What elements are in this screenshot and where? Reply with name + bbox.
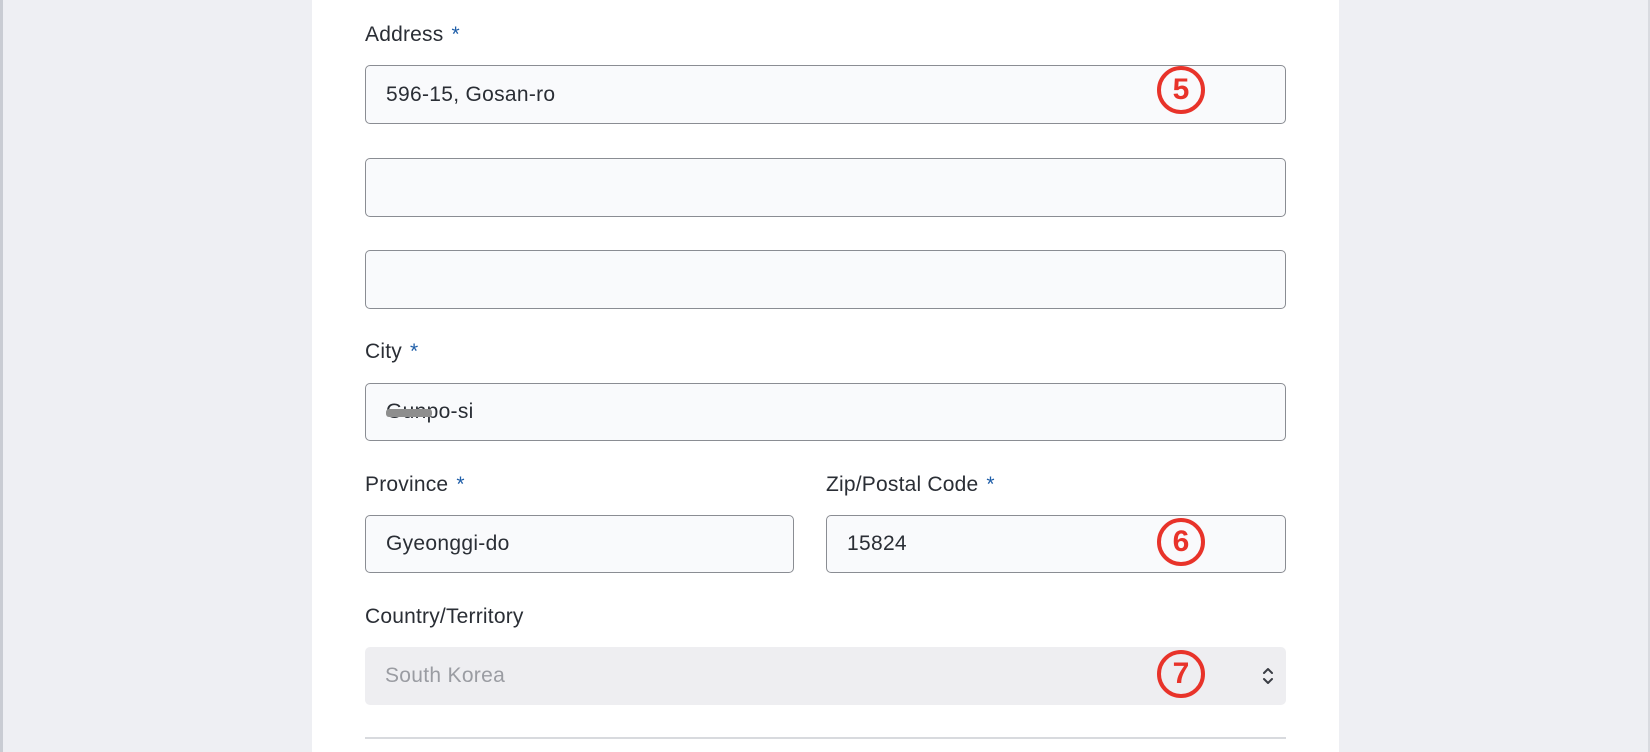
annotation-marker-5: 5 (1157, 66, 1205, 114)
country-label: Country/Territory (365, 605, 524, 629)
annotation-marker-6: 6 (1157, 518, 1205, 566)
chevron-up-down-icon (1263, 668, 1273, 684)
required-asterisk: * (456, 473, 465, 496)
annotation-marker-5-number: 5 (1172, 73, 1190, 106)
address-line1-value: 596-15, Gosan-ro (386, 82, 556, 106)
required-asterisk: * (986, 473, 995, 496)
annotation-marker-6-number: 6 (1172, 525, 1190, 558)
country-selected-value: South Korea (385, 664, 506, 687)
city-label: City * (365, 340, 418, 364)
redaction-scribble (386, 409, 432, 417)
country-select[interactable]: South Korea (365, 647, 1286, 705)
province-value: Gyeonggi-do (386, 532, 510, 555)
city-input[interactable]: Gunpo-si (365, 383, 1286, 441)
province-input[interactable]: Gyeonggi-do (365, 515, 794, 573)
page: Address * 596-15, Gosan-ro 5 City * Gunpo-… (0, 0, 1650, 752)
annotation-marker-7: 7 (1157, 650, 1205, 698)
province-label: Province * (365, 473, 465, 497)
required-asterisk: * (409, 340, 419, 363)
zip-label-text: Zip/Postal Code (826, 473, 979, 496)
zip-label: Zip/Postal Code * (826, 473, 995, 497)
country-label-text: Country/Territory (365, 605, 524, 628)
annotation-marker-7-number: 7 (1172, 657, 1190, 690)
address-label-text: Address (365, 23, 444, 46)
zip-input[interactable]: 15824 (826, 515, 1286, 573)
address-line2-input[interactable] (365, 158, 1286, 217)
address-line3-input[interactable] (365, 250, 1286, 309)
province-label-text: Province (365, 473, 449, 496)
background-window-edge (0, 0, 3, 752)
address-form-card: Address * 596-15, Gosan-ro 5 City * Gunpo-… (312, 0, 1339, 752)
required-asterisk: * (451, 23, 460, 46)
section-divider (365, 737, 1286, 739)
city-label-text: City (365, 340, 402, 363)
address-label: Address * (365, 23, 460, 47)
address-line1-input[interactable]: 596-15, Gosan-ro (365, 65, 1286, 124)
zip-value: 15824 (847, 532, 907, 555)
